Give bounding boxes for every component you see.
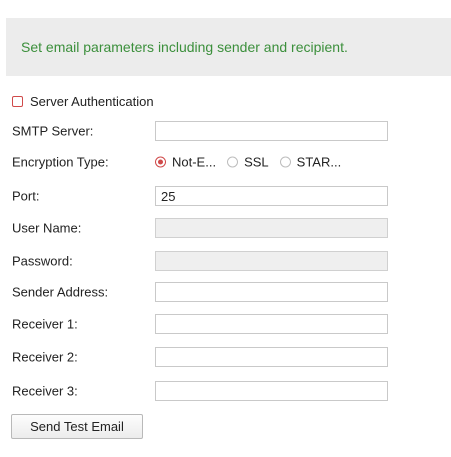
receiver-2-row: Receiver 2: <box>12 345 432 369</box>
sender-address-input[interactable] <box>155 282 388 302</box>
top-strip <box>0 0 451 8</box>
server-authentication-label: Server Authentication <box>30 93 154 109</box>
password-input[interactable] <box>155 251 388 271</box>
user-name-row: User Name: <box>12 216 432 240</box>
server-authentication-checkbox[interactable] <box>12 95 23 107</box>
info-banner-text: Set email parameters including sender an… <box>21 39 348 55</box>
port-label: Port: <box>12 188 40 204</box>
user-name-input[interactable] <box>155 218 388 238</box>
encryption-starttls-radio[interactable] <box>279 156 291 168</box>
sender-address-label: Sender Address: <box>12 284 109 300</box>
receiver-1-row: Receiver 1: <box>12 312 432 336</box>
receiver-3-row: Receiver 3: <box>12 379 432 403</box>
encryption-type-label: Encryption Type: <box>12 154 109 170</box>
encryption-ssl-radio[interactable] <box>227 156 239 168</box>
user-name-label: User Name: <box>12 220 82 236</box>
sender-address-row: Sender Address: <box>12 280 432 304</box>
smtp-server-row: SMTP Server: <box>12 119 432 143</box>
password-row: Password: <box>12 249 432 273</box>
receiver-1-label: Receiver 1: <box>12 316 78 332</box>
encryption-type-row: Encryption Type: Not-E... SSL STAR... <box>12 150 432 174</box>
password-label: Password: <box>12 253 73 269</box>
encryption-not-encrypted-radio[interactable] <box>155 156 166 168</box>
receiver-1-input[interactable] <box>155 314 388 334</box>
port-input[interactable] <box>155 186 388 206</box>
receiver-2-label: Receiver 2: <box>12 349 78 365</box>
encryption-starttls-label[interactable]: STAR... <box>297 155 342 170</box>
smtp-server-input[interactable] <box>155 121 388 141</box>
receiver-2-input[interactable] <box>155 347 388 367</box>
port-row: Port: <box>12 184 432 208</box>
receiver-3-label: Receiver 3: <box>12 383 78 399</box>
receiver-3-input[interactable] <box>155 381 388 401</box>
encryption-ssl-label[interactable]: SSL <box>244 155 269 170</box>
smtp-server-label: SMTP Server: <box>12 123 94 139</box>
encryption-type-radio-group: Not-E... SSL STAR... <box>155 155 352 170</box>
send-test-email-button[interactable]: Send Test Email <box>11 414 143 439</box>
info-banner: Set email parameters including sender an… <box>6 18 451 76</box>
encryption-not-encrypted-label[interactable]: Not-E... <box>172 155 216 170</box>
server-authentication-option[interactable]: Server Authentication <box>12 91 154 111</box>
